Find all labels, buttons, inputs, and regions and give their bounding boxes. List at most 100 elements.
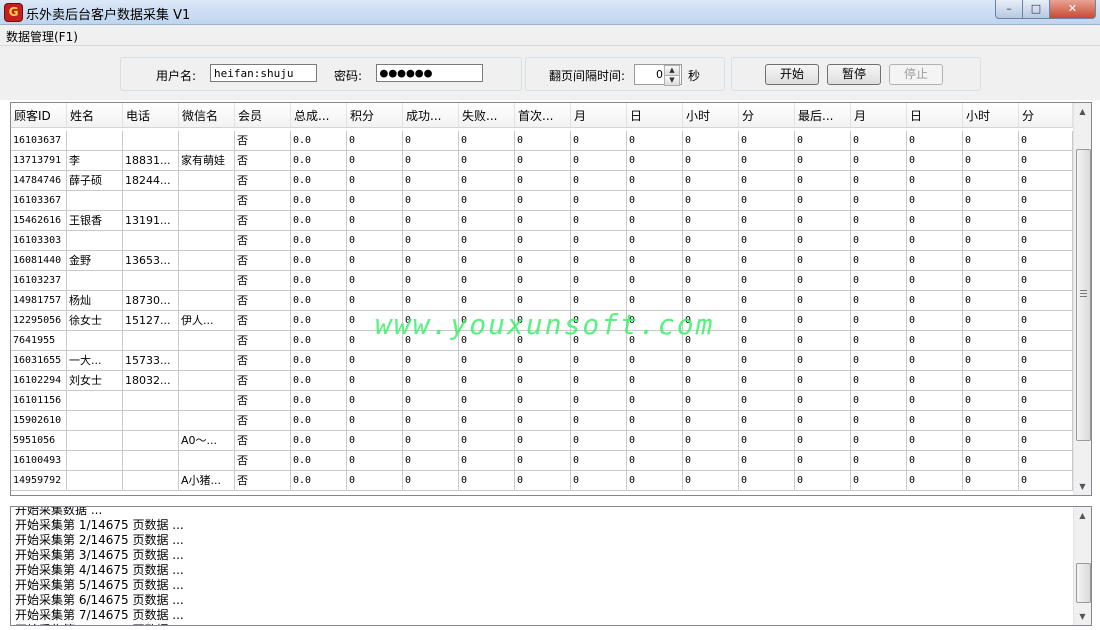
table-cell[interactable]: 0.0	[291, 131, 347, 151]
table-cell[interactable]: 0	[795, 371, 851, 391]
table-cell[interactable]: 否	[235, 231, 291, 251]
table-cell[interactable]: 12295056	[11, 311, 67, 331]
table-cell[interactable]: 0	[347, 171, 403, 191]
table-cell[interactable]: 16103637	[11, 131, 67, 151]
table-cell[interactable]: 0	[907, 251, 963, 271]
table-cell[interactable]: 0	[795, 411, 851, 431]
table-cell[interactable]: 0	[907, 271, 963, 291]
table-cell[interactable]: 5951056	[11, 431, 67, 451]
table-cell[interactable]: 0	[795, 391, 851, 411]
table-cell[interactable]: 0	[795, 471, 851, 491]
column-header[interactable]: 积分	[347, 103, 403, 127]
table-cell[interactable]: 0	[459, 331, 515, 351]
table-cell[interactable]: 0	[403, 451, 459, 471]
table-row[interactable]: 16103637 否 0.0 0 0 0 0 0 0 0 0 0 0 0 0 0	[11, 131, 1073, 151]
table-cell[interactable]: 0	[1019, 191, 1073, 211]
table-cell[interactable]: 0	[347, 271, 403, 291]
scroll-down-icon[interactable]: ▼	[1074, 608, 1091, 625]
table-cell[interactable]: 0	[459, 191, 515, 211]
table-cell[interactable]: 0	[347, 191, 403, 211]
table-cell[interactable]: 0	[851, 271, 907, 291]
table-cell[interactable]: 0.0	[291, 471, 347, 491]
table-cell[interactable]: 伊人...	[179, 311, 235, 331]
table-cell[interactable]: 0	[795, 291, 851, 311]
table-cell[interactable]: 14959792	[11, 471, 67, 491]
table-cell[interactable]	[179, 411, 235, 431]
table-cell[interactable]: 0.0	[291, 371, 347, 391]
table-cell[interactable]: 0	[459, 231, 515, 251]
table-cell[interactable]: 0	[907, 331, 963, 351]
table-cell[interactable]: 0	[795, 431, 851, 451]
table-cell[interactable]	[179, 291, 235, 311]
table-cell[interactable]: 0	[459, 131, 515, 151]
table-cell[interactable]: 0	[627, 191, 683, 211]
table-cell[interactable]: 0	[907, 471, 963, 491]
table-cell[interactable]: 否	[235, 451, 291, 471]
table-cell[interactable]: 0	[347, 131, 403, 151]
table-cell[interactable]: 一大...	[67, 351, 123, 371]
table-cell[interactable]: 0	[683, 251, 739, 271]
grid-scroll-thumb[interactable]	[1076, 148, 1091, 441]
table-cell[interactable]	[67, 451, 123, 471]
password-field[interactable]: ●●●●●●	[376, 64, 483, 82]
table-cell[interactable]: 0	[515, 231, 571, 251]
table-cell[interactable]	[179, 371, 235, 391]
table-cell[interactable]: 否	[235, 151, 291, 171]
table-cell[interactable]: 0	[347, 431, 403, 451]
table-cell[interactable]: 0.0	[291, 391, 347, 411]
table-cell[interactable]: 0	[571, 231, 627, 251]
column-header[interactable]: 小时	[683, 103, 739, 127]
table-cell[interactable]: 0.0	[291, 151, 347, 171]
table-cell[interactable]: 0	[739, 251, 795, 271]
table-cell[interactable]: 0	[851, 231, 907, 251]
table-row[interactable]: 16103367 否 0.0 0 0 0 0 0 0 0 0 0 0 0 0 0	[11, 191, 1073, 211]
table-cell[interactable]: 0	[515, 371, 571, 391]
table-cell[interactable]	[67, 411, 123, 431]
table-cell[interactable]: 0	[683, 171, 739, 191]
table-cell[interactable]: 0	[347, 411, 403, 431]
table-cell[interactable]: 0	[403, 471, 459, 491]
table-cell[interactable]: 0	[907, 211, 963, 231]
table-cell[interactable]: 0	[963, 191, 1019, 211]
table-cell[interactable]: 0	[515, 431, 571, 451]
table-cell[interactable]: 否	[235, 271, 291, 291]
column-header[interactable]: 首次...	[515, 103, 571, 127]
table-cell[interactable]: 0	[963, 171, 1019, 191]
table-cell[interactable]	[179, 131, 235, 151]
scroll-up-icon[interactable]: ▲	[1074, 103, 1091, 120]
table-row[interactable]: 16103303 否 0.0 0 0 0 0 0 0 0 0 0 0 0 0 0	[11, 231, 1073, 251]
table-cell[interactable]: 0	[459, 311, 515, 331]
table-cell[interactable]	[179, 391, 235, 411]
table-cell[interactable]: 0	[851, 291, 907, 311]
table-cell[interactable]: 16100493	[11, 451, 67, 471]
table-cell[interactable]: 金野	[67, 251, 123, 271]
grid-vertical-scrollbar[interactable]: ▲ ▼	[1073, 103, 1091, 495]
table-cell[interactable]: 0	[571, 431, 627, 451]
column-header[interactable]: 最后...	[795, 103, 851, 127]
table-cell[interactable]: 18244...	[123, 171, 179, 191]
table-cell[interactable]: 0	[1019, 211, 1073, 231]
table-cell[interactable]: 家有萌娃	[179, 151, 235, 171]
table-cell[interactable]: 0	[347, 351, 403, 371]
table-cell[interactable]: 0	[347, 311, 403, 331]
table-cell[interactable]: 0	[683, 371, 739, 391]
table-cell[interactable]: 16103367	[11, 191, 67, 211]
table-cell[interactable]: 否	[235, 471, 291, 491]
table-cell[interactable]	[123, 331, 179, 351]
table-cell[interactable]: 0.0	[291, 311, 347, 331]
table-cell[interactable]: 0.0	[291, 191, 347, 211]
table-cell[interactable]	[179, 191, 235, 211]
table-cell[interactable]: 0	[347, 231, 403, 251]
table-cell[interactable]: 16103303	[11, 231, 67, 251]
table-cell[interactable]: 0	[795, 211, 851, 231]
table-cell[interactable]: 0	[403, 291, 459, 311]
table-cell[interactable]: 0	[1019, 151, 1073, 171]
table-cell[interactable]: 0	[739, 311, 795, 331]
table-cell[interactable]: 否	[235, 331, 291, 351]
table-cell[interactable]: 7641955	[11, 331, 67, 351]
table-cell[interactable]: 15127...	[123, 311, 179, 331]
table-cell[interactable]: 0	[963, 411, 1019, 431]
table-cell[interactable]	[67, 131, 123, 151]
table-cell[interactable]	[123, 431, 179, 451]
table-cell[interactable]: 0	[627, 251, 683, 271]
